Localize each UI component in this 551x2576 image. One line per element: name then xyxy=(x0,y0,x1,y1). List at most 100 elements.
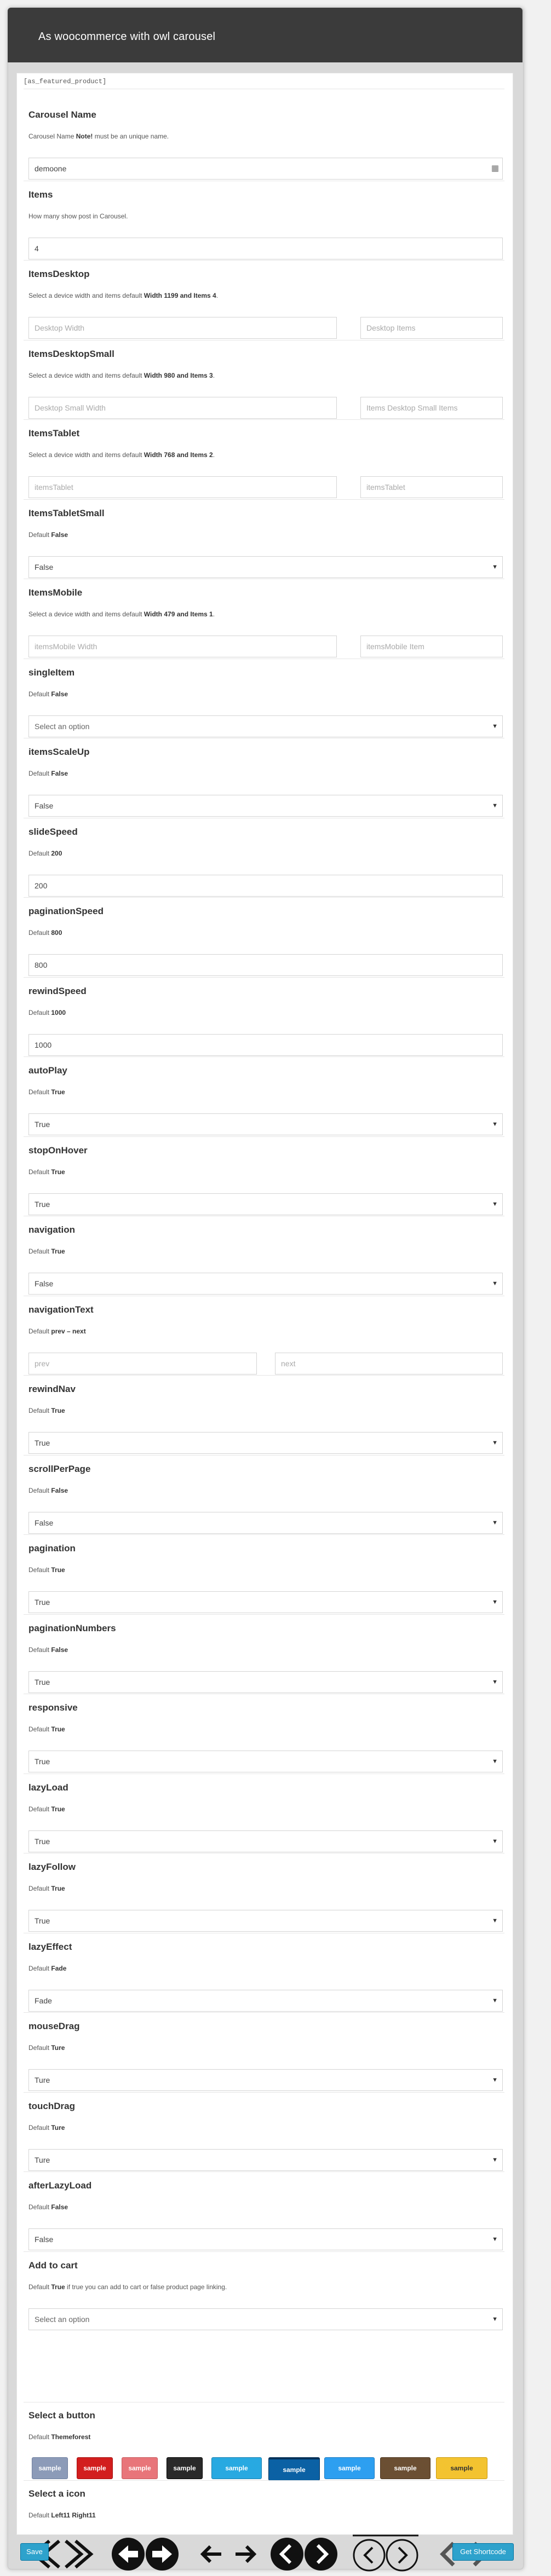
stop-on-hover-select[interactable]: True ▼ xyxy=(28,1193,503,1215)
circle-arrow-filled-icon[interactable] xyxy=(111,2534,180,2574)
items-desktop-items-input[interactable]: Desktop Items xyxy=(360,317,503,339)
lazy-follow-field: lazyFollow Default True True ▼ xyxy=(28,1862,503,1932)
button-style-option[interactable]: sample xyxy=(77,2457,113,2479)
items-mobile-items-input-text: itemsMobile Item xyxy=(366,642,424,651)
navigation-select[interactable]: False ▼ xyxy=(28,1273,503,1295)
button-style-option[interactable]: sample xyxy=(268,2457,320,2481)
field-label: autoPlay xyxy=(28,1065,67,1076)
field-desc: Default True xyxy=(28,1247,65,1255)
circle-chevron-outline-icon[interactable] xyxy=(351,2534,421,2574)
items-mobile-width-input-text: itemsMobile Width xyxy=(35,642,97,651)
divider xyxy=(24,1614,504,1615)
field-desc: Default Left11 Right11 xyxy=(28,2511,96,2519)
chevron-down-icon: ▼ xyxy=(492,2316,498,2323)
touch-drag-field: touchDrag Default Ture Ture ▼ xyxy=(28,2101,503,2171)
chevron-down-icon: ▼ xyxy=(492,1280,498,1287)
chevron-down-icon: ▼ xyxy=(492,1838,498,1845)
items-desktop-small-width-input-text: Desktop Small Width xyxy=(35,403,106,412)
items-input[interactable]: 4 xyxy=(28,238,503,259)
scroll-per-page-select[interactable]: False ▼ xyxy=(28,1512,503,1534)
divider xyxy=(24,897,504,898)
field-desc: Carousel Name Note! must be an unique na… xyxy=(28,132,169,140)
plain-arrow-icon[interactable] xyxy=(198,2534,259,2574)
icon-style-field: Select a icon Default Left11 Right11 xyxy=(28,2488,503,2572)
lazy-follow-select-text: True xyxy=(35,1916,50,1925)
items-mobile-field: ItemsMobile Select a device width and ite… xyxy=(28,587,503,657)
field-label: Add to cart xyxy=(28,2260,78,2271)
button-style-option[interactable]: sample xyxy=(122,2457,158,2479)
navigation-field: navigation Default True False ▼ xyxy=(28,1225,503,1295)
after-lazy-load-select[interactable]: False ▼ xyxy=(28,2228,503,2250)
field-label: Items xyxy=(28,189,53,200)
items-tablet-small-field: ItemsTabletSmall Default False False ▼ xyxy=(28,508,503,578)
lazy-follow-select[interactable]: True ▼ xyxy=(28,1910,503,1932)
button-style-option[interactable]: sample xyxy=(436,2457,487,2479)
after-lazy-load-field: afterLazyLoad Default False False ▼ xyxy=(28,2180,503,2250)
stop-on-hover-field: stopOnHover Default True True ▼ xyxy=(28,1145,503,1215)
auto-play-field: autoPlay Default True True ▼ xyxy=(28,1065,503,1135)
chevron-down-icon: ▼ xyxy=(492,2236,498,2243)
field-label: pagination xyxy=(28,1543,76,1553)
items-desktop-small-width-input[interactable]: Desktop Small Width xyxy=(28,397,337,419)
mouse-drag-select[interactable]: Ture ▼ xyxy=(28,2069,503,2091)
field-label: lazyLoad xyxy=(28,1782,68,1793)
field-label: lazyEffect xyxy=(28,1942,72,1952)
carousel-name-input[interactable]: demoone ▦ xyxy=(28,158,503,180)
items-mobile-width-input[interactable]: itemsMobile Width xyxy=(28,636,337,657)
field-label: itemsScaleUp xyxy=(28,747,90,757)
button-style-option[interactable]: sample xyxy=(32,2457,68,2479)
save-button[interactable]: Save xyxy=(20,2543,49,2561)
items-tablet-items-input[interactable]: itemsTablet xyxy=(360,476,503,498)
field-label: Select a icon xyxy=(28,2488,85,2499)
navigation-text-next-input[interactable]: next xyxy=(275,1353,503,1374)
items-desktop-width-input[interactable]: Desktop Width xyxy=(28,317,337,339)
field-label: scrollPerPage xyxy=(28,1464,91,1474)
items-tablet-width-input[interactable]: itemsTablet xyxy=(28,476,337,498)
auto-play-select[interactable]: True ▼ xyxy=(28,1113,503,1135)
pagination-speed-input[interactable]: 800 xyxy=(28,954,503,976)
chevron-down-icon: ▼ xyxy=(492,1917,498,1924)
rewind-nav-select[interactable]: True ▼ xyxy=(28,1432,503,1454)
field-label: paginationSpeed xyxy=(28,906,104,916)
navigation-text-field: navigationText Default prev – next prev nex… xyxy=(28,1304,503,1374)
rewind-speed-input[interactable]: 1000 xyxy=(28,1034,503,1056)
chevron-down-icon: ▼ xyxy=(492,1121,498,1128)
auto-play-select-text: True xyxy=(35,1120,50,1129)
responsive-select[interactable]: True ▼ xyxy=(28,1751,503,1772)
items-scale-up-field: itemsScaleUp Default False False ▼ xyxy=(28,747,503,817)
items-mobile-items-input[interactable]: itemsMobile Item xyxy=(360,636,503,657)
add-to-cart-select[interactable]: Select an option ▼ xyxy=(28,2308,503,2330)
circle-chevron-filled-icon[interactable] xyxy=(269,2534,338,2574)
items-scale-up-select[interactable]: False ▼ xyxy=(28,795,503,817)
calendar-icon[interactable]: ▦ xyxy=(491,158,499,179)
button-style-option[interactable]: sample xyxy=(324,2457,375,2479)
field-label: stopOnHover xyxy=(28,1145,88,1156)
touch-drag-select[interactable]: Ture ▼ xyxy=(28,2149,503,2171)
rewind-speed-field: rewindSpeed Default 1000 1000 xyxy=(28,986,503,1056)
get-shortcode-button[interactable]: Get Shortcode xyxy=(452,2543,514,2561)
field-label: lazyFollow xyxy=(28,1862,76,1872)
pagination-numbers-select-text: True xyxy=(35,1678,50,1686)
items-tablet-small-select[interactable]: False ▼ xyxy=(28,556,503,578)
button-style-option[interactable]: sample xyxy=(380,2457,431,2479)
slide-speed-input[interactable]: 200 xyxy=(28,875,503,897)
field-label: ItemsTabletSmall xyxy=(28,508,105,518)
divider xyxy=(24,499,504,500)
mouse-drag-select-text: Ture xyxy=(35,2076,50,2084)
divider xyxy=(24,2092,504,2093)
items-desktop-small-field: ItemsDesktopSmall Select a device width a… xyxy=(28,349,503,419)
divider xyxy=(24,2012,504,2013)
pagination-select[interactable]: True ▼ xyxy=(28,1591,503,1613)
lazy-load-select[interactable]: True ▼ xyxy=(28,1830,503,1852)
navigation-text-prev-input[interactable]: prev xyxy=(28,1353,257,1374)
single-item-select[interactable]: Select an option ▼ xyxy=(28,715,503,737)
button-style-option[interactable]: sample xyxy=(167,2457,203,2479)
items-desktop-small-items-input[interactable]: Items Desktop Small Items xyxy=(360,397,503,419)
field-desc: Default False xyxy=(28,1487,68,1494)
lazy-effect-select[interactable]: Fade ▼ xyxy=(28,1990,503,2012)
chevron-down-icon: ▼ xyxy=(492,1679,498,1685)
field-label: singleItem xyxy=(28,667,75,678)
pagination-numbers-select[interactable]: True ▼ xyxy=(28,1671,503,1693)
button-style-option[interactable]: sample xyxy=(211,2457,262,2479)
field-desc: Select a device width and items default … xyxy=(28,610,215,618)
